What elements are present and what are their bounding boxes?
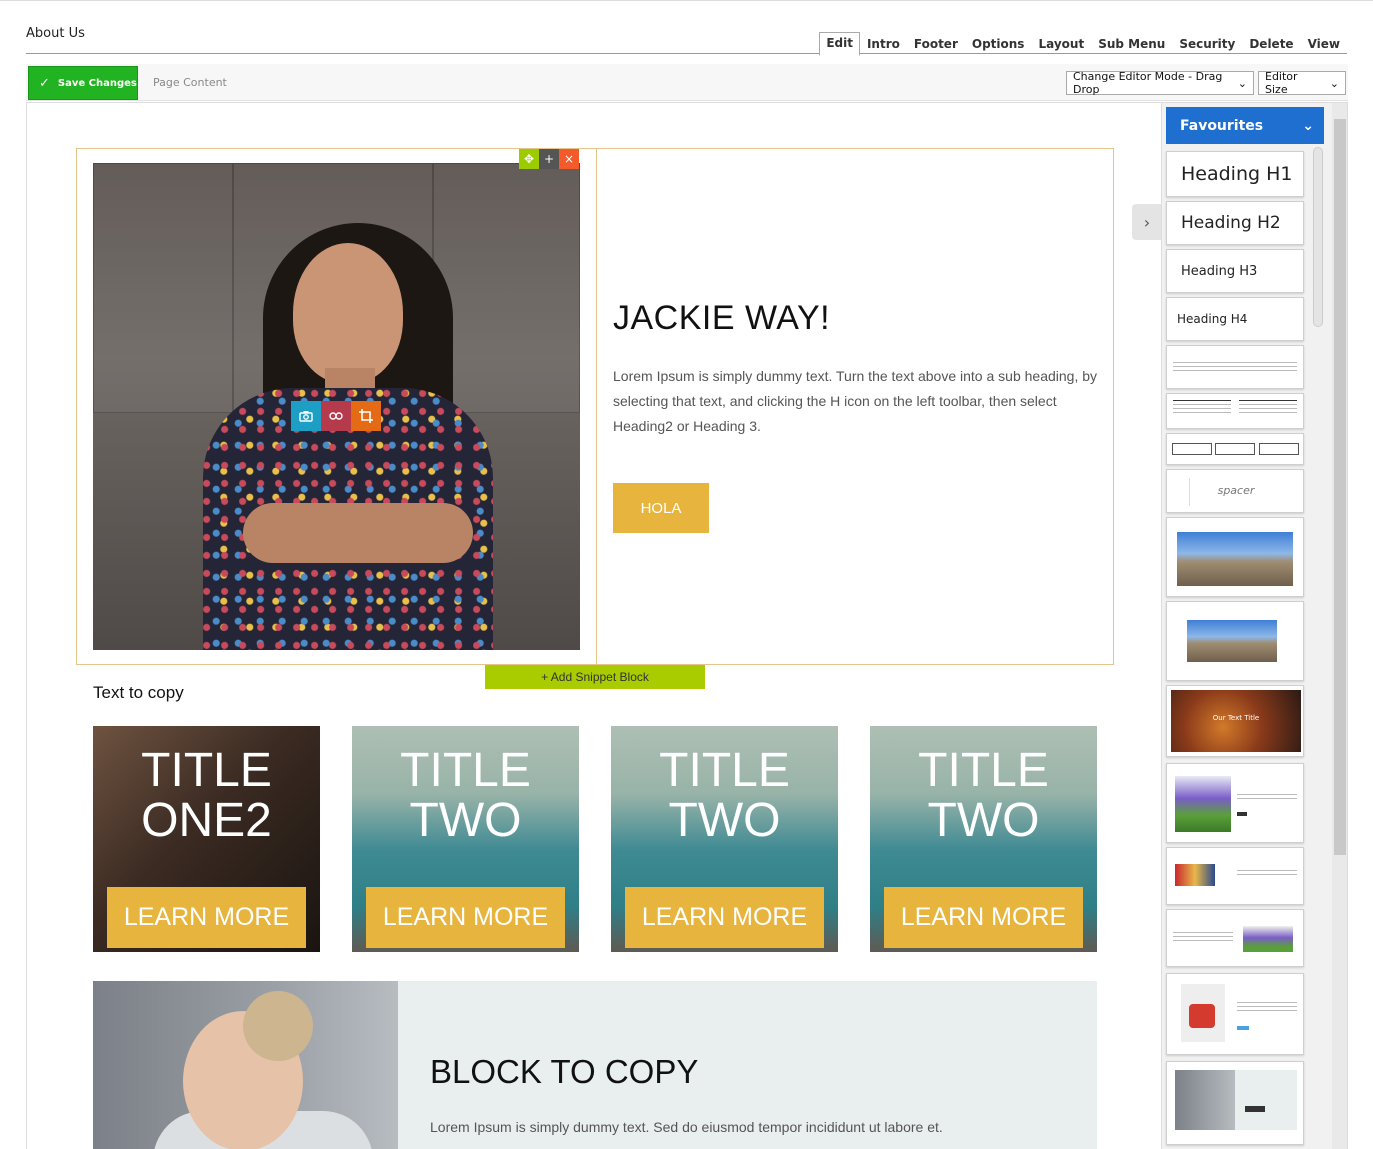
snippet-paragraph[interactable] [1166, 345, 1304, 389]
snippet-sidebar: Favourites ⌄ Heading H1 Heading H2 Headi… [1161, 103, 1347, 1149]
snippet-text-image-right[interactable] [1166, 909, 1304, 967]
move-icon[interactable]: ✥ [519, 149, 539, 169]
card-title[interactable]: TITLE ONE2 [93, 746, 320, 846]
card-title-line1: TITLE [659, 744, 790, 797]
text-to-copy-heading[interactable]: Text to copy [93, 683, 184, 703]
learn-more-button[interactable]: LEARN MORE [107, 887, 306, 948]
block-heading[interactable]: BLOCK TO COPY [430, 1053, 698, 1091]
link-icon[interactable] [321, 401, 351, 431]
editor-mode-value: Change Editor Mode - Drag Drop [1073, 70, 1223, 96]
card-title-two[interactable]: TITLE TWO LEARN MORE [352, 726, 579, 952]
editor-size-select[interactable]: Editor Size ⌄ [1258, 70, 1346, 96]
card-title-line2: ONE2 [141, 794, 272, 847]
add-snippet-block-button[interactable]: + Add Snippet Block [485, 665, 705, 689]
snippet-two-columns[interactable] [1166, 393, 1304, 429]
tab-sub-menu[interactable]: Sub Menu [1091, 34, 1172, 55]
card-title[interactable]: TITLE TWO [611, 746, 838, 846]
spacer-label: spacer [1217, 484, 1255, 497]
block-paragraph[interactable]: Lorem Ipsum is simply dummy text. Sed do… [430, 1119, 943, 1135]
save-changes-label: Save Changes [57, 77, 137, 89]
top-border [0, 0, 1373, 1]
image-toolbar [291, 401, 381, 431]
card-title-line2: TWO [668, 794, 781, 847]
snippet-full-image[interactable] [1166, 517, 1304, 597]
wall-panel [93, 163, 233, 413]
editor-size-value: Editor Size [1265, 70, 1298, 96]
snippet-category-value: Favourites [1180, 117, 1264, 134]
page-title: About Us [26, 26, 85, 41]
card-title-line2: TWO [927, 794, 1040, 847]
chevron-right-icon[interactable]: › [1132, 204, 1162, 240]
card-title[interactable]: TITLE TWO [870, 746, 1097, 846]
block-toolbar: ✥ + × [519, 149, 579, 169]
card-title-line1: TITLE [141, 744, 272, 797]
hero-block[interactable]: ✥ + × JACKIE WAY! Lorem Ipsum is simply … [76, 148, 1114, 665]
card-title-two[interactable]: TITLE TWO LEARN MORE [870, 726, 1097, 952]
card-title-line1: TITLE [918, 744, 1049, 797]
chevron-down-icon: ⌄ [1329, 76, 1339, 90]
card-title-line1: TITLE [400, 744, 531, 797]
hero-paragraph[interactable]: Lorem Ipsum is simply dummy text. Turn t… [613, 364, 1103, 439]
snippet-product[interactable] [1166, 973, 1304, 1055]
snippet-category-select[interactable]: Favourites ⌄ [1166, 107, 1324, 144]
crop-icon[interactable] [351, 401, 381, 431]
save-changes-button[interactable]: ✓ Save Changes [28, 66, 138, 100]
tab-edit[interactable]: Edit [819, 32, 860, 56]
editor-canvas: ✥ + × JACKIE WAY! Lorem Ipsum is simply … [26, 102, 1348, 1149]
snippet-small-image-text[interactable] [1166, 847, 1304, 905]
snippet-spacer[interactable]: spacer [1166, 469, 1304, 513]
card-title-two[interactable]: TITLE TWO LEARN MORE [611, 726, 838, 952]
hero-image-column[interactable] [77, 149, 597, 664]
sidebar-scrollbar[interactable] [1334, 119, 1346, 855]
snippet-three-columns[interactable] [1166, 433, 1304, 465]
add-block-icon[interactable]: + [539, 149, 559, 169]
portrait-face [293, 243, 403, 383]
checkmark-icon: ✓ [39, 75, 50, 91]
our-text-title-label: Our Text Title [1212, 714, 1260, 722]
wall-panel [433, 163, 580, 413]
tab-footer[interactable]: Footer [907, 34, 965, 55]
tab-view[interactable]: View [1301, 34, 1347, 55]
chevron-down-icon: ⌄ [1302, 117, 1314, 134]
tab-delete[interactable]: Delete [1242, 34, 1300, 55]
snippet-heading-h3[interactable]: Heading H3 [1166, 249, 1304, 293]
learn-more-button[interactable]: LEARN MORE [884, 887, 1083, 948]
snippet-list-scrollbar[interactable] [1313, 147, 1323, 327]
block-to-copy[interactable]: BLOCK TO COPY Lorem Ipsum is simply dumm… [93, 981, 1097, 1149]
tab-layout[interactable]: Layout [1031, 34, 1091, 55]
block-woman-image[interactable] [93, 981, 398, 1149]
hola-button[interactable]: HOLA [613, 483, 709, 533]
image-hair-bun [243, 991, 313, 1061]
delete-block-icon[interactable]: × [559, 149, 579, 169]
snippet-image-left-text[interactable] [1166, 763, 1304, 843]
snippet-image-with-title[interactable]: Our Text Title [1166, 685, 1304, 757]
portrait-arms [243, 503, 473, 563]
page-content-label: Page Content [153, 76, 227, 89]
editor-toolbar: ✓ Save Changes Page Content Change Edito… [26, 64, 1348, 101]
card-title-one[interactable]: TITLE ONE2 LEARN MORE [93, 726, 320, 952]
camera-icon[interactable] [291, 401, 321, 431]
tab-intro[interactable]: Intro [860, 34, 907, 55]
tab-options[interactable]: Options [965, 34, 1032, 55]
snippet-heading-h4[interactable]: Heading H4 [1166, 297, 1304, 341]
card-title[interactable]: TITLE TWO [352, 746, 579, 846]
tab-security[interactable]: Security [1172, 34, 1242, 55]
card-title-line2: TWO [409, 794, 522, 847]
snippet-heading-h1[interactable]: Heading H1 [1166, 151, 1304, 197]
chevron-down-icon: ⌄ [1237, 76, 1247, 90]
editor-tabs: Edit Intro Footer Options Layout Sub Men… [819, 31, 1347, 56]
editor-mode-select[interactable]: Change Editor Mode - Drag Drop ⌄ [1066, 70, 1254, 96]
snippet-centered-image[interactable] [1166, 601, 1304, 681]
snippet-image-left-panel[interactable] [1166, 1061, 1304, 1145]
learn-more-button[interactable]: LEARN MORE [366, 887, 565, 948]
snippet-heading-h2[interactable]: Heading H2 [1166, 201, 1304, 245]
hero-heading[interactable]: JACKIE WAY! [613, 299, 830, 338]
learn-more-button[interactable]: LEARN MORE [625, 887, 824, 948]
